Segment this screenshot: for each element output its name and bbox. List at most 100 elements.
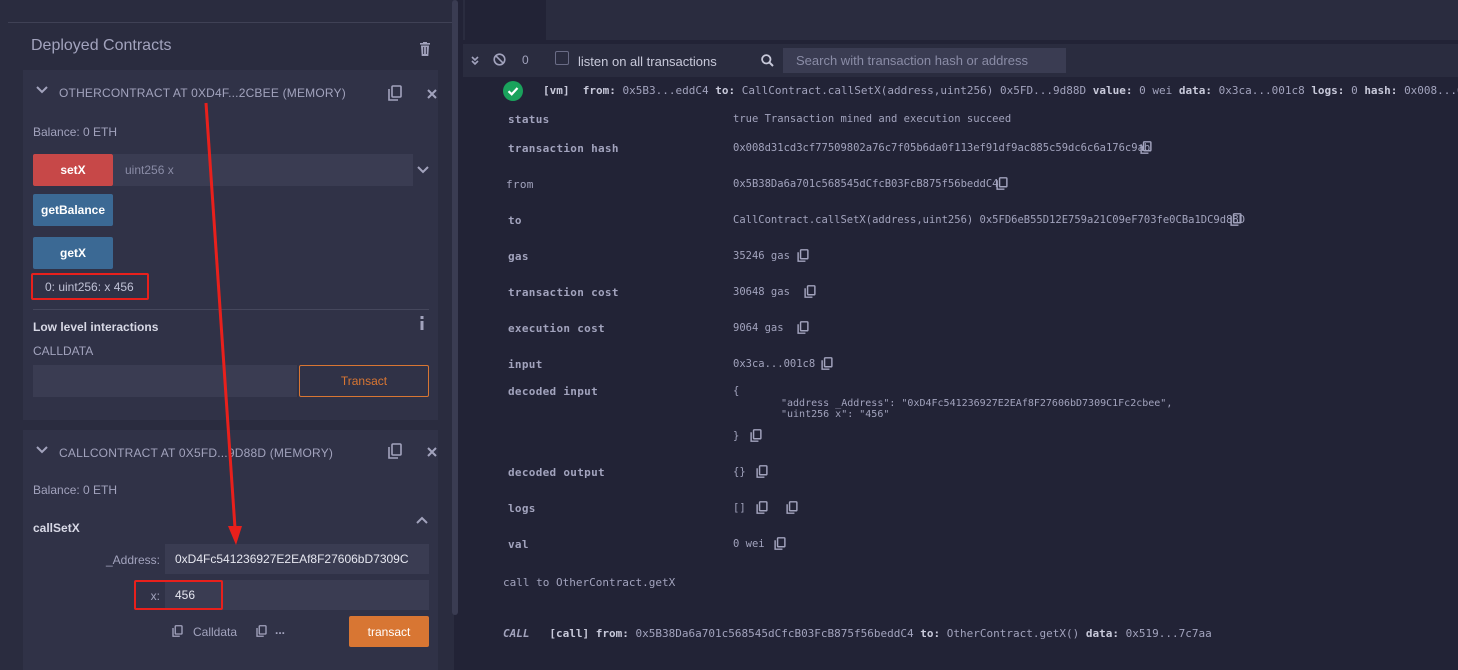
- call-data-label: data:: [1085, 627, 1119, 640]
- tx-value: 0 wei: [1139, 84, 1173, 97]
- setx-button[interactable]: setX: [33, 154, 113, 186]
- setx-input[interactable]: uint256 x: [113, 154, 413, 186]
- copy-icon[interactable]: [804, 285, 816, 298]
- copy-icon[interactable]: [756, 465, 768, 478]
- listen-checkbox[interactable]: [555, 51, 569, 65]
- double-chevron-down-icon[interactable]: [471, 56, 479, 66]
- call-line: call to OtherContract.getX: [503, 576, 676, 589]
- annotation-box: [134, 580, 223, 610]
- low-level-title: Low level interactions: [33, 320, 159, 334]
- trash-icon[interactable]: [419, 42, 431, 56]
- contract-header[interactable]: OTHERCONTRACT AT 0XD4F...2CBEE (MEMORY): [23, 70, 438, 116]
- tx-hash-label: hash:: [1364, 84, 1398, 97]
- contract-card-othercontract: OTHERCONTRACT AT 0XD4F...2CBEE (MEMORY) …: [23, 70, 438, 420]
- calldata-label: CALLDATA: [33, 344, 94, 358]
- divider: [33, 309, 429, 310]
- call-from: 0x5B38Da6a701c568545dCfcB03FcB875f56bedd…: [635, 627, 914, 640]
- copy-icon[interactable]: [786, 501, 798, 514]
- copy-icon[interactable]: [756, 501, 768, 514]
- tx-tag: [vm]: [543, 84, 570, 97]
- clear-console-icon[interactable]: [493, 53, 506, 66]
- balance-text: Balance: 0 ETH: [33, 483, 118, 497]
- row-value-logs: []: [733, 502, 746, 514]
- listen-label[interactable]: listen on all transactions: [578, 54, 717, 69]
- tx-data: 0x3ca...001c8: [1218, 84, 1305, 97]
- decoded-input-close: }: [733, 430, 740, 442]
- copy-icon[interactable]: [774, 537, 786, 550]
- tx-from-label: from:: [582, 84, 616, 97]
- row-key-status: status: [508, 113, 550, 126]
- call-tag: CALL: [503, 627, 530, 640]
- editor-tab[interactable]: [465, 0, 546, 40]
- call-summary-line[interactable]: CALL [call] from: 0x5B38Da6a701c568545dC…: [503, 627, 1212, 640]
- row-value-val: 0 wei: [733, 538, 765, 550]
- left-panel: Deployed Contracts OTHERCONTRACT AT 0XD4…: [0, 0, 454, 670]
- terminal-panel: [463, 0, 1458, 670]
- copy-icon[interactable]: [388, 85, 402, 101]
- row-value-status: true Transaction mined and execution suc…: [733, 113, 1012, 125]
- chevron-up-icon[interactable]: [416, 516, 428, 524]
- row-key-from: from: [506, 178, 534, 191]
- copy-icon[interactable]: [996, 177, 1008, 190]
- tx-to-label: to:: [715, 84, 736, 97]
- chevron-down-icon[interactable]: [36, 446, 48, 454]
- tx-data-label: data:: [1178, 84, 1212, 97]
- address-param-input[interactable]: 0xD4Fc541236927E2EAf8F27606bD7309C: [165, 544, 429, 574]
- scrollbar[interactable]: [452, 0, 458, 615]
- getx-button[interactable]: getX: [33, 237, 113, 269]
- row-key-decoded-output: decoded output: [508, 466, 605, 479]
- close-icon[interactable]: [427, 89, 437, 99]
- call-data: 0x519...7c7aa: [1125, 627, 1212, 640]
- row-value-input: 0x3ca...001c8: [733, 358, 816, 370]
- copy-icon[interactable]: [172, 625, 183, 637]
- call-to-label: to:: [920, 627, 941, 640]
- row-value-decoded-output: {}: [733, 466, 746, 478]
- more-label[interactable]: ...: [275, 623, 285, 637]
- contract-title: OTHERCONTRACT AT 0XD4F...2CBEE (MEMORY): [59, 86, 346, 100]
- copy-icon[interactable]: [797, 321, 809, 334]
- copy-icon[interactable]: [750, 429, 762, 442]
- copy-icon[interactable]: [256, 625, 267, 637]
- copy-icon[interactable]: [821, 357, 833, 370]
- row-key-val: val: [508, 538, 529, 551]
- copy-icon[interactable]: [388, 443, 402, 459]
- row-key-logs: logs: [508, 502, 536, 515]
- transact-button[interactable]: transact: [349, 616, 429, 647]
- copy-icon[interactable]: [1230, 213, 1242, 226]
- getbalance-button[interactable]: getBalance: [33, 194, 113, 226]
- contract-card-callcontract: CALLCONTRACT AT 0X5FD...9D88D (MEMORY) B…: [23, 430, 438, 670]
- calldata-copy-label[interactable]: Calldata: [193, 625, 237, 639]
- chevron-down-icon[interactable]: [36, 86, 48, 94]
- search-icon: [761, 54, 774, 67]
- row-key-execution-cost: execution cost: [508, 322, 605, 335]
- decoded-input-line: "address _Address": "0xD4Fc541236927E2EA…: [781, 398, 1173, 409]
- call-from-label: from:: [595, 627, 629, 640]
- calldata-input[interactable]: [33, 365, 297, 397]
- row-value-transaction-cost: 30648 gas: [733, 286, 790, 298]
- tx-from: 0x5B3...eddC4: [622, 84, 709, 97]
- info-icon[interactable]: [419, 316, 425, 330]
- tx-hash: 0x008...6c9ab: [1404, 84, 1458, 97]
- function-name: callSetX: [33, 521, 80, 535]
- call-to: OtherContract.getX(): [946, 627, 1080, 640]
- success-check-icon: [503, 81, 523, 101]
- search-input[interactable]: Search with transaction hash or address: [783, 48, 1066, 73]
- annotation-box: [31, 273, 149, 300]
- tx-value-label: value:: [1092, 84, 1133, 97]
- pending-tx-count: 0: [522, 53, 529, 67]
- tx-logs: 0: [1351, 84, 1358, 97]
- copy-icon[interactable]: [797, 249, 809, 262]
- contract-title: CALLCONTRACT AT 0X5FD...9D88D (MEMORY): [59, 446, 334, 460]
- row-key-transaction-cost: transaction cost: [508, 286, 619, 299]
- editor-tab-bar: [463, 0, 1458, 40]
- contract-header[interactable]: CALLCONTRACT AT 0X5FD...9D88D (MEMORY): [23, 430, 438, 476]
- close-icon[interactable]: [427, 447, 437, 457]
- tx-logs-label: logs:: [1311, 84, 1345, 97]
- row-key-decoded-input: decoded input: [508, 385, 598, 398]
- call-kind: [call]: [549, 627, 590, 640]
- decoded-input-open: {: [733, 385, 740, 397]
- chevron-down-icon[interactable]: [417, 166, 429, 174]
- transact-button[interactable]: Transact: [299, 365, 429, 397]
- copy-icon[interactable]: [1140, 141, 1152, 154]
- tx-summary-line[interactable]: [vm] from: 0x5B3...eddC4 to: CallContrac…: [543, 84, 1458, 97]
